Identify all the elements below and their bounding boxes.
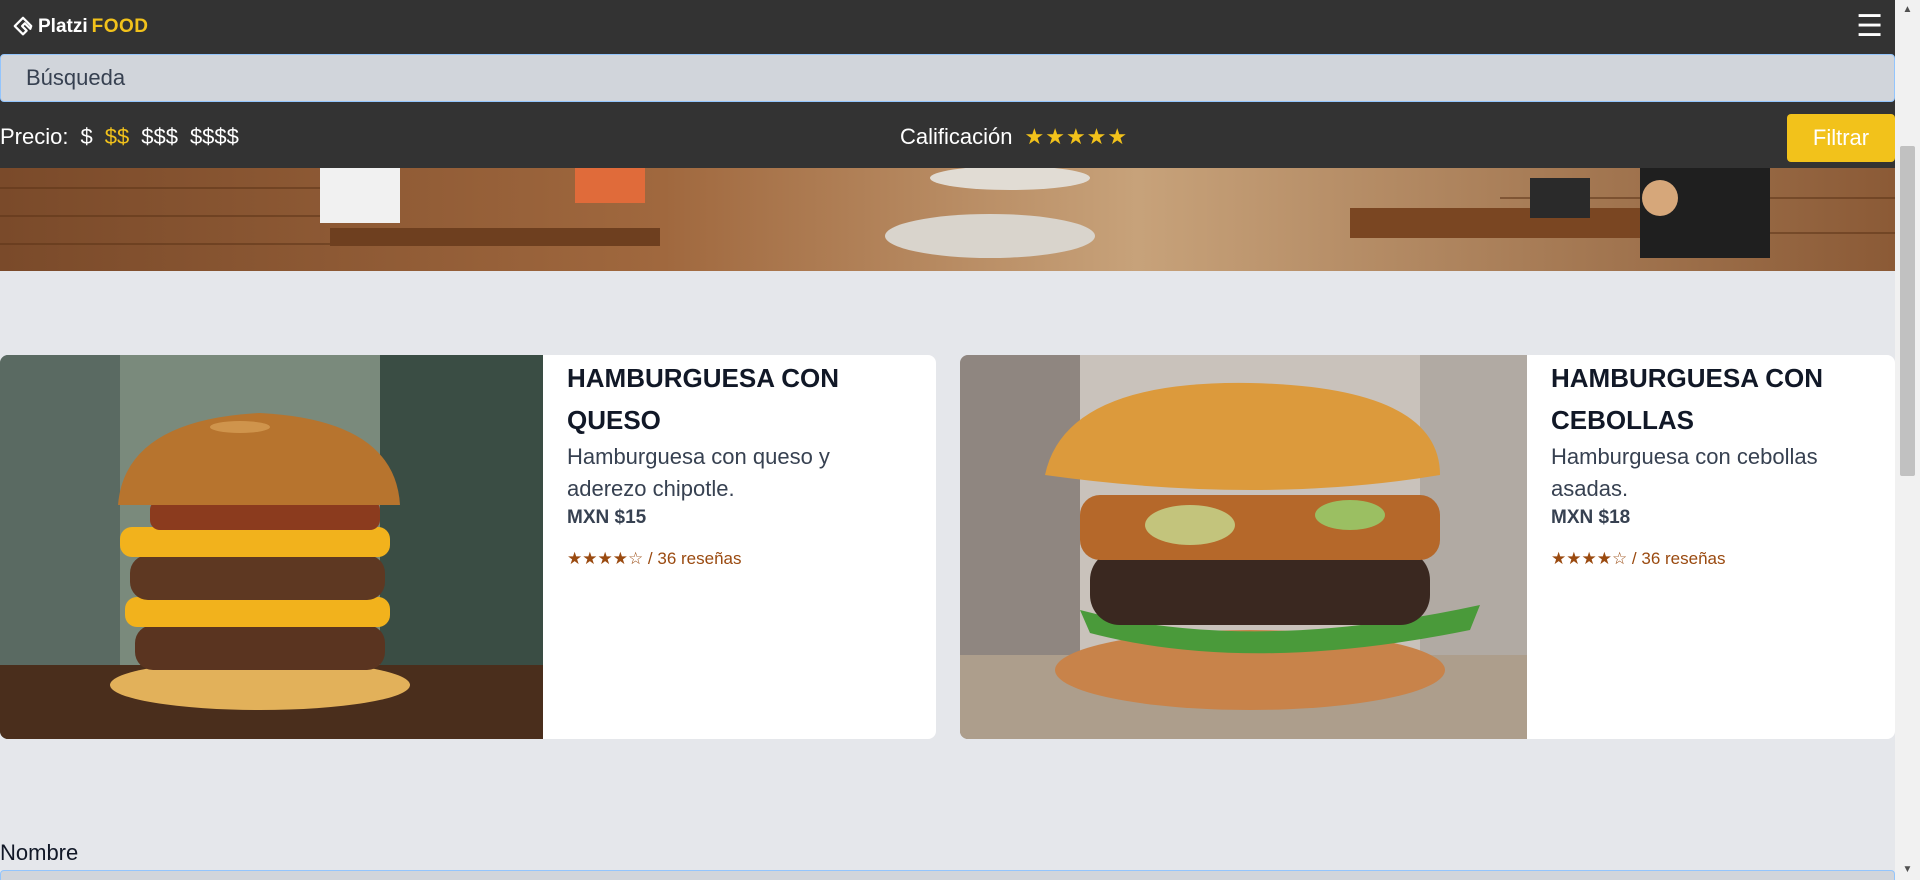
- vertical-scrollbar[interactable]: ▲ ▼: [1895, 0, 1920, 880]
- product-card[interactable]: HAMBURGUESA CON QUESO Hamburguesa con qu…: [0, 355, 936, 739]
- onion-burger-image: [960, 355, 1527, 739]
- rating-stars[interactable]: ★★★★★: [1025, 124, 1129, 150]
- search-input[interactable]: [0, 54, 1895, 102]
- product-title[interactable]: HAMBURGUESA CON QUESO: [567, 357, 912, 441]
- page: Platzi FOOD ☰ Precio: $ $$ $$$ $$$$ Cali…: [0, 0, 1895, 880]
- price-label: Precio:: [0, 124, 69, 149]
- product-image: [960, 355, 1527, 739]
- brand-accent: FOOD: [91, 16, 149, 37]
- product-description: Hamburguesa con cebollas asadas.: [1551, 444, 1818, 501]
- product-rating: ★★★★☆ / 36 reseñas: [1551, 549, 1726, 568]
- top-navbar: Platzi FOOD ☰: [0, 0, 1895, 54]
- product-description: Hamburguesa con queso y aderezo chipotle…: [567, 444, 830, 501]
- price-option-4[interactable]: $$$$: [190, 124, 239, 150]
- product-rating: ★★★★☆ / 36 reseñas: [567, 549, 742, 568]
- name-label: Nombre: [0, 840, 79, 865]
- price-option-3[interactable]: $$$: [141, 124, 178, 150]
- price-option-2[interactable]: $$: [105, 124, 129, 150]
- price-option-1[interactable]: $: [80, 124, 92, 150]
- product-price: MXN $18: [1551, 507, 1631, 528]
- rating-filter: Calificación ★★★★★: [900, 124, 1128, 150]
- restaurant-hero-image: [0, 168, 1895, 271]
- price-filter: Precio: $ $$ $$$ $$$$: [0, 124, 239, 150]
- scrollbar-thumb[interactable]: [1900, 146, 1915, 476]
- scroll-down-arrow-icon[interactable]: ▼: [1895, 860, 1920, 880]
- platzi-food-logo[interactable]: Platzi FOOD: [12, 16, 149, 38]
- scroll-up-arrow-icon[interactable]: ▲: [1895, 0, 1920, 20]
- search-bar: [0, 54, 1895, 102]
- rating-label: Calificación: [900, 124, 1013, 149]
- product-info: HAMBURGUESA CON QUESO Hamburguesa con qu…: [543, 355, 936, 739]
- product-price: MXN $15: [567, 507, 647, 528]
- product-image: [0, 355, 543, 739]
- restaurant-illustration: [0, 168, 1895, 271]
- cheeseburger-image: [0, 355, 543, 739]
- hamburger-menu-icon[interactable]: ☰: [1856, 12, 1883, 42]
- product-title[interactable]: HAMBURGUESA CON CEBOLLAS: [1551, 357, 1871, 441]
- filter-button[interactable]: Filtrar: [1787, 114, 1895, 162]
- name-input[interactable]: [0, 870, 1895, 880]
- product-card[interactable]: HAMBURGUESA CON CEBOLLAS Hamburguesa con…: [960, 355, 1895, 739]
- filter-bar: Precio: $ $$ $$$ $$$$ Calificación ★★★★★…: [0, 102, 1895, 168]
- product-info: HAMBURGUESA CON CEBOLLAS Hamburguesa con…: [1527, 355, 1895, 739]
- brand-name: Platzi: [38, 16, 88, 37]
- platzi-logo-icon: [13, 16, 33, 36]
